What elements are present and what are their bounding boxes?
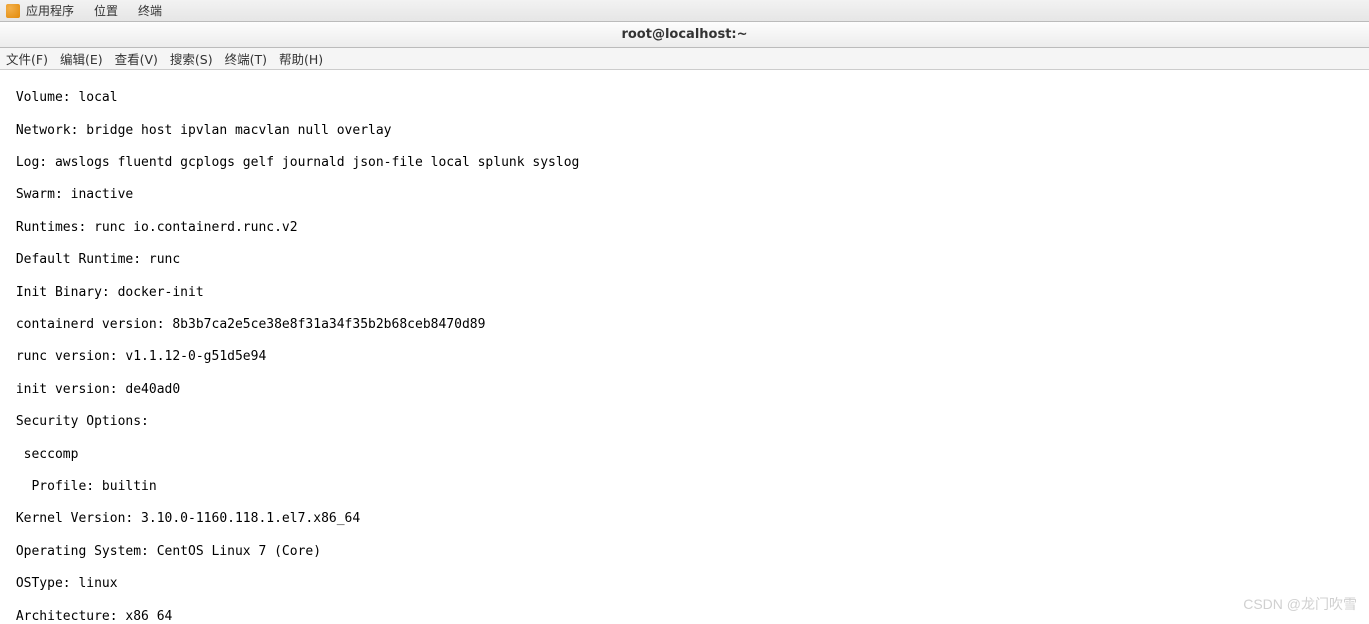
terminal-menu-bar: 文件(F) 编辑(E) 查看(V) 搜索(S) 终端(T) 帮助(H) bbox=[0, 48, 1369, 70]
menu-help[interactable]: 帮助(H) bbox=[279, 49, 323, 68]
output-line: Profile: builtin bbox=[8, 479, 1361, 495]
output-line: runc version: v1.1.12-0-g51d5e94 bbox=[8, 349, 1361, 365]
output-line: Default Runtime: runc bbox=[8, 252, 1361, 268]
output-line: Kernel Version: 3.10.0-1160.118.1.el7.x8… bbox=[8, 511, 1361, 527]
terminal-output[interactable]: Volume: local Network: bridge host ipvla… bbox=[0, 70, 1369, 622]
menu-file[interactable]: 文件(F) bbox=[6, 49, 48, 68]
window-title: root@localhost:~ bbox=[621, 27, 747, 42]
output-line: Swarm: inactive bbox=[8, 187, 1361, 203]
menu-view[interactable]: 查看(V) bbox=[115, 49, 158, 68]
output-line: seccomp bbox=[8, 447, 1361, 463]
terminal-app-icon bbox=[6, 4, 20, 18]
output-line: OSType: linux bbox=[8, 576, 1361, 592]
output-line: containerd version: 8b3b7ca2e5ce38e8f31a… bbox=[8, 317, 1361, 333]
menu-edit[interactable]: 编辑(E) bbox=[60, 49, 103, 68]
output-line: Volume: local bbox=[8, 90, 1361, 106]
menu-terminal[interactable]: 终端(T) bbox=[225, 49, 267, 68]
top-panel-terminal[interactable]: 终端 bbox=[138, 2, 162, 19]
window-title-bar: root@localhost:~ bbox=[0, 22, 1369, 48]
output-line: Network: bridge host ipvlan macvlan null… bbox=[8, 123, 1361, 139]
output-line: Init Binary: docker-init bbox=[8, 285, 1361, 301]
top-panel-places[interactable]: 位置 bbox=[94, 2, 118, 19]
output-line: Operating System: CentOS Linux 7 (Core) bbox=[8, 544, 1361, 560]
output-line: Security Options: bbox=[8, 414, 1361, 430]
top-panel-applications[interactable]: 应用程序 bbox=[26, 2, 74, 19]
output-line: Log: awslogs fluentd gcplogs gelf journa… bbox=[8, 155, 1361, 171]
output-line: init version: de40ad0 bbox=[8, 382, 1361, 398]
output-line: Architecture: x86_64 bbox=[8, 609, 1361, 622]
output-line: Runtimes: runc io.containerd.runc.v2 bbox=[8, 220, 1361, 236]
gnome-top-panel: 应用程序 位置 终端 bbox=[0, 0, 1369, 22]
menu-search[interactable]: 搜索(S) bbox=[170, 49, 213, 68]
